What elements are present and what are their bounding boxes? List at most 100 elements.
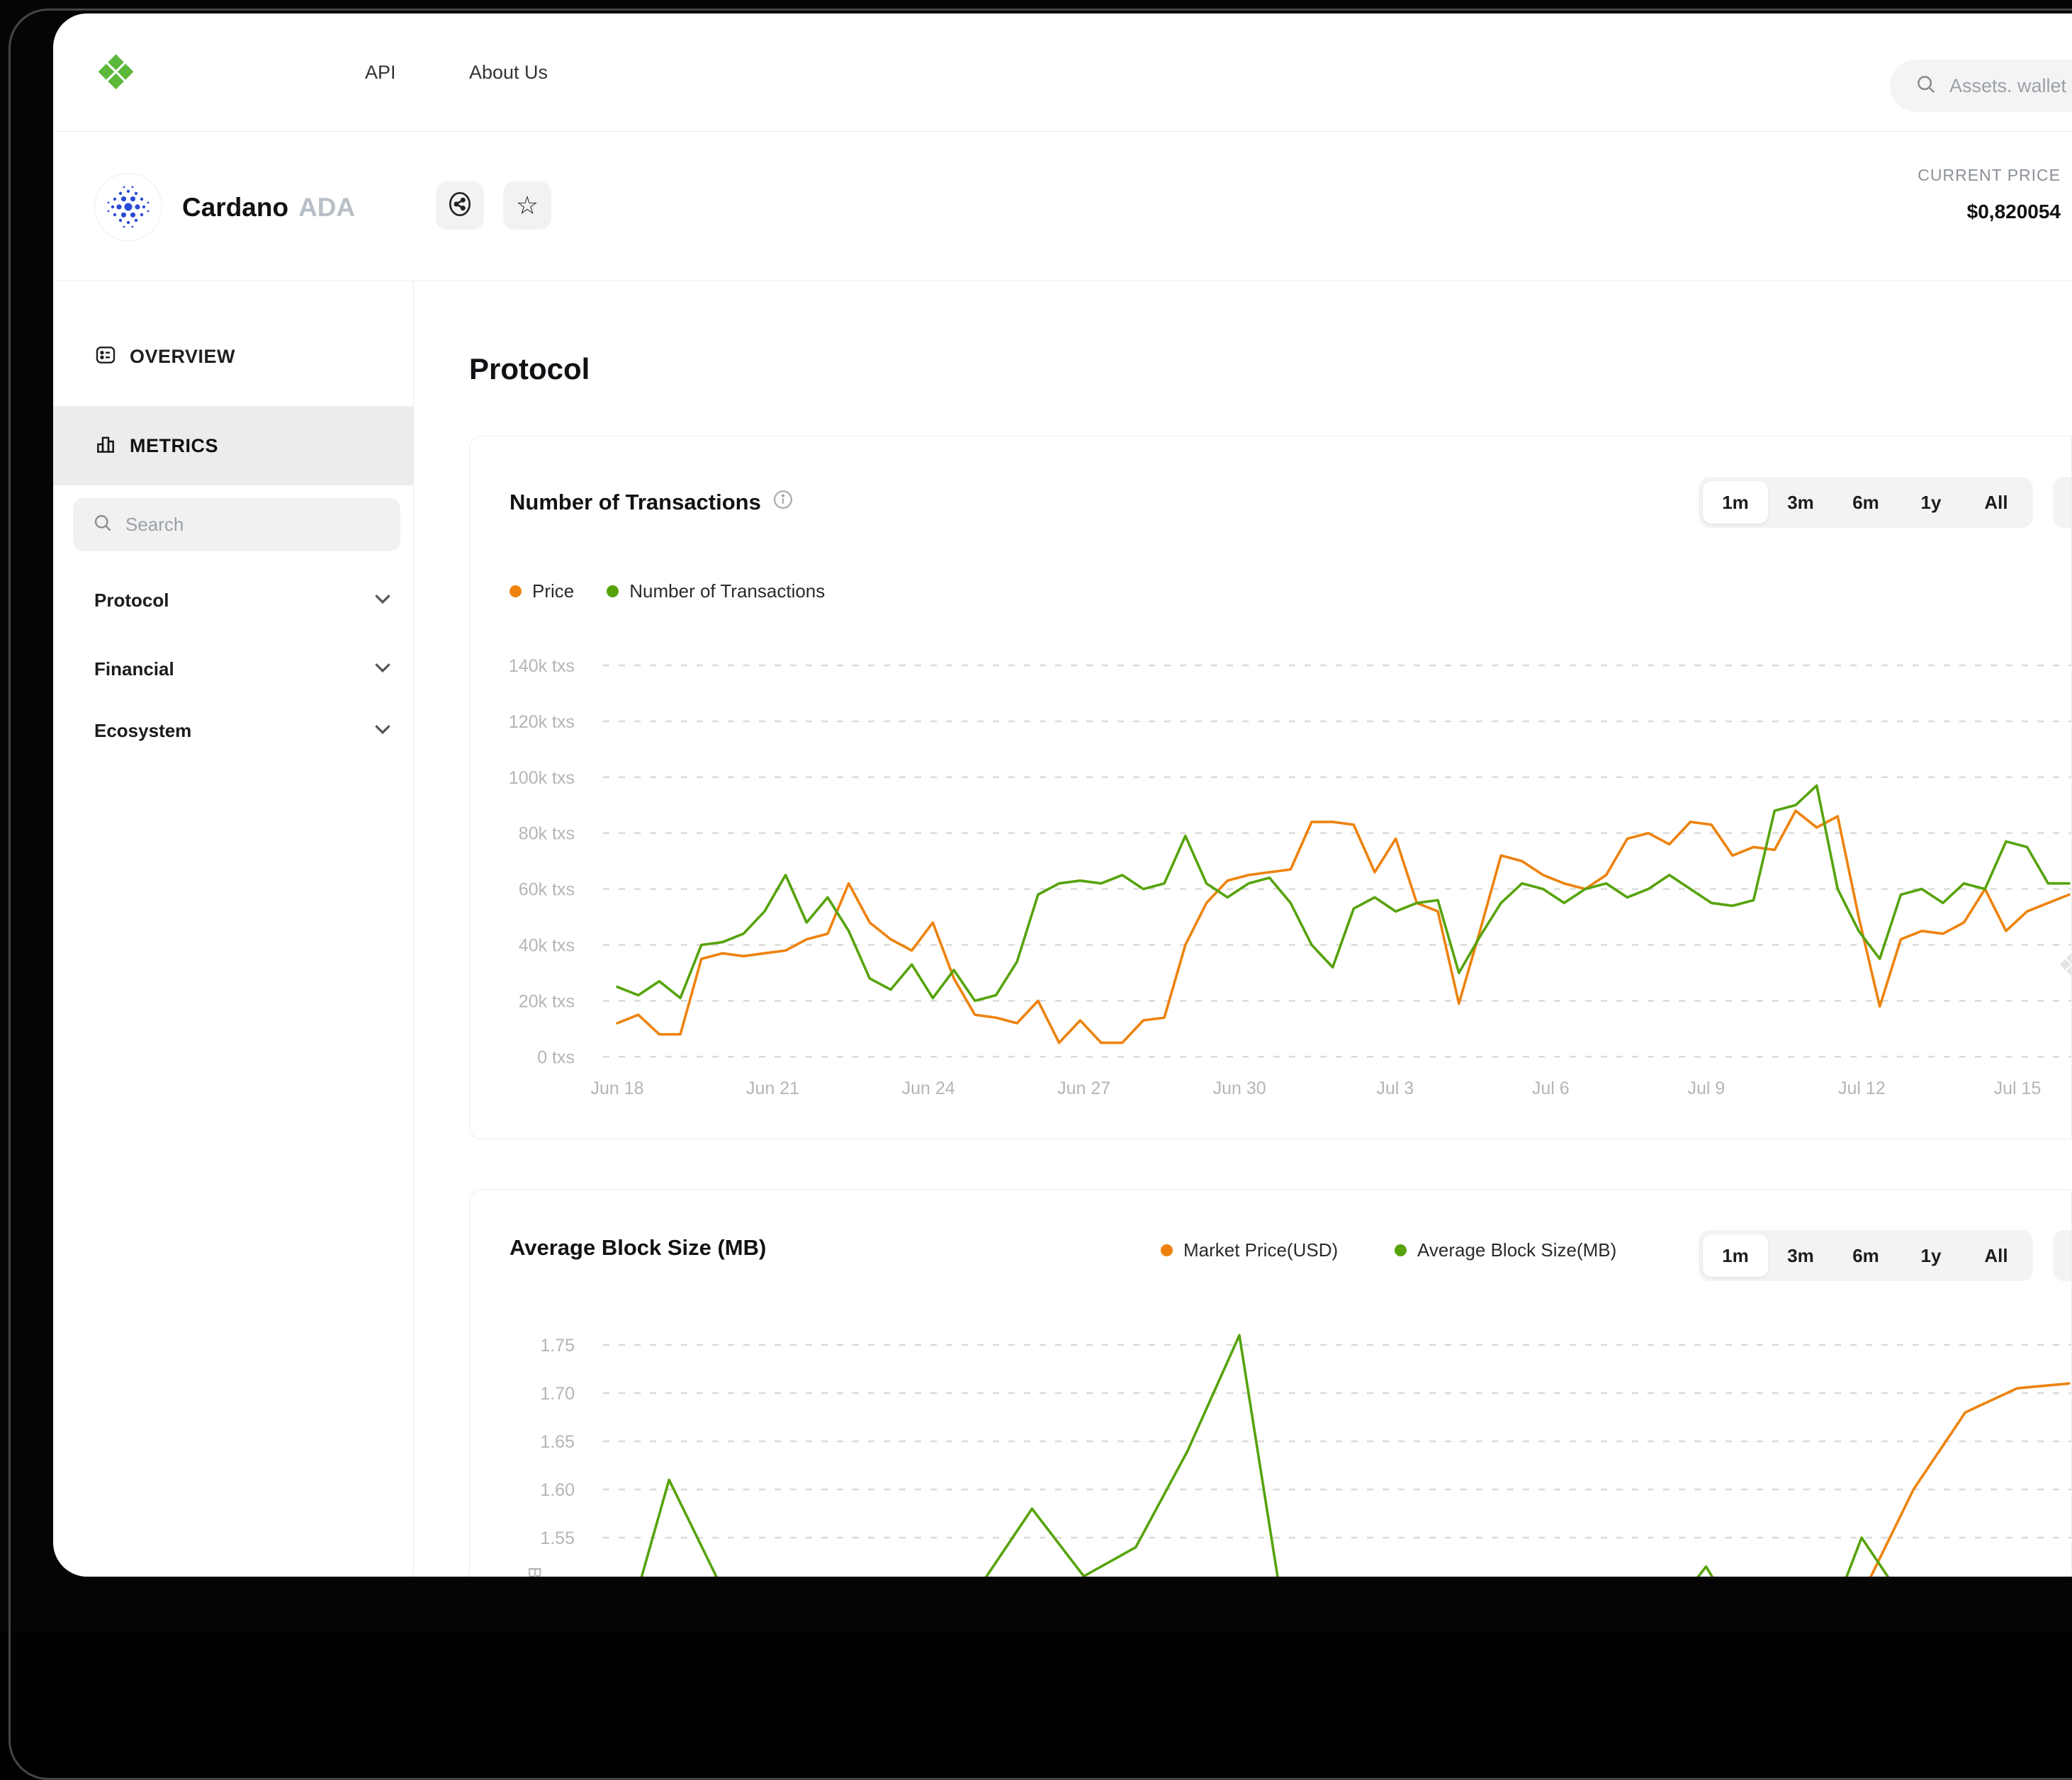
- svg-text:1.55: 1.55: [540, 1528, 575, 1548]
- svg-text:Jul 9: Jul 9: [1687, 1078, 1725, 1098]
- svg-text:Jun 24: Jun 24: [902, 1078, 955, 1098]
- svg-text:Jun 21: Jun 21: [746, 1078, 799, 1098]
- svg-text:140k txs: 140k txs: [509, 656, 575, 676]
- overview-icon: [94, 344, 117, 370]
- current-price-value: $0,820054: [1918, 201, 2061, 223]
- cardano-logo-avatar: [94, 173, 162, 241]
- nav-link-api[interactable]: API: [365, 13, 396, 132]
- svg-text:0 txs: 0 txs: [537, 1047, 575, 1067]
- search-icon: [1915, 74, 1937, 98]
- sidebar-metrics-label: METRICS: [130, 435, 218, 457]
- page-title: Protocol: [469, 352, 590, 386]
- legend-label: Price: [532, 580, 574, 602]
- share-icon: [446, 190, 474, 222]
- legend-item-market-price[interactable]: Market Price(USD): [1161, 1239, 1338, 1261]
- current-price-label: CURRENT PRICE: [1918, 166, 2061, 185]
- sidebar-group-protocol[interactable]: Protocol: [94, 579, 392, 621]
- legend-item-transactions[interactable]: Number of Transactions: [607, 580, 825, 602]
- svg-text:Jul 15: Jul 15: [1994, 1078, 2042, 1098]
- svg-text:120k txs: 120k txs: [509, 712, 575, 732]
- range-3m-button[interactable]: 3m: [1768, 1234, 1833, 1277]
- info-icon[interactable]: [772, 489, 794, 516]
- svg-text:Jun 27: Jun 27: [1057, 1078, 1110, 1098]
- range-3m-button[interactable]: 3m: [1768, 481, 1833, 524]
- block-size-chart-card: Average Block Size (MB) Market Price(USD…: [469, 1189, 2072, 1577]
- sidebar-item-overview[interactable]: OVERVIEW: [94, 335, 235, 378]
- svg-text:100k txs: 100k txs: [509, 768, 575, 788]
- range-extra-button[interactable]: [2053, 477, 2072, 528]
- coin-ticker: ADA: [298, 193, 355, 222]
- current-price-block: CURRENT PRICE $0,820054: [1918, 166, 2061, 223]
- svg-text:Jul 3: Jul 3: [1376, 1078, 1414, 1098]
- time-range-selector: 1m 3m 6m 1y All: [1699, 477, 2033, 528]
- chevron-down-icon: [373, 723, 392, 738]
- legend-item-price[interactable]: Price: [509, 580, 574, 602]
- svg-text:60k txs: 60k txs: [519, 880, 575, 900]
- legend-dot-orange: [1161, 1244, 1173, 1256]
- sidebar: OVERVIEW METRICS: [53, 281, 414, 1577]
- range-6m-button[interactable]: 6m: [1833, 481, 1898, 524]
- legend-label: Number of Transactions: [629, 580, 825, 602]
- share-button[interactable]: [436, 181, 484, 230]
- svg-text:80k txs: 80k txs: [519, 824, 575, 844]
- y-axis-title: Block Size(MB): [524, 1567, 544, 1577]
- sidebar-group-ecosystem[interactable]: Ecosystem: [94, 709, 392, 752]
- sidebar-group-label: Financial: [94, 658, 174, 680]
- range-1y-button[interactable]: 1y: [1898, 1234, 1964, 1277]
- favorite-button[interactable]: ☆: [503, 181, 551, 230]
- site-logo-icon[interactable]: ❖: [94, 49, 137, 97]
- desktop-background: ❖ API About Us Assets. wallet: [0, 0, 2072, 1632]
- sidebar-group-label: Ecosystem: [94, 720, 191, 742]
- range-all-button[interactable]: All: [1964, 481, 2029, 524]
- range-6m-button[interactable]: 6m: [1833, 1234, 1898, 1277]
- nav-link-about-us[interactable]: About Us: [469, 13, 548, 132]
- sidebar-search-placeholder: Search: [125, 514, 184, 536]
- coin-title: Cardano ADA: [182, 193, 355, 222]
- sidebar-group-label: Protocol: [94, 590, 169, 612]
- app-window: ❖ API About Us Assets. wallet: [53, 13, 2072, 1577]
- legend-dot-orange: [509, 585, 522, 597]
- svg-text:Jun 18: Jun 18: [590, 1078, 643, 1098]
- chevron-down-icon: [373, 593, 392, 608]
- chart-legend: Price Number of Transactions: [509, 580, 825, 602]
- svg-text:1.75: 1.75: [540, 1336, 575, 1356]
- star-icon: ☆: [516, 191, 539, 220]
- global-search-input[interactable]: Assets. wallet: [1890, 60, 2072, 112]
- svg-text:1.65: 1.65: [540, 1432, 575, 1452]
- chart-watermark-icon: ❖: [2057, 947, 2072, 984]
- sidebar-group-financial[interactable]: Financial: [94, 648, 392, 690]
- svg-text:1.60: 1.60: [540, 1480, 575, 1500]
- metrics-icon: [94, 433, 117, 459]
- svg-text:1.70: 1.70: [540, 1384, 575, 1404]
- global-search-placeholder: Assets. wallet: [1949, 75, 2066, 97]
- svg-text:Jun 30: Jun 30: [1213, 1078, 1266, 1098]
- legend-dot-green: [607, 585, 619, 597]
- chart-title: Number of Transactions: [509, 490, 761, 515]
- main-content: Protocol Number of Transactions: [414, 281, 2072, 1577]
- range-1m-button[interactable]: 1m: [1703, 481, 1768, 524]
- coin-header: CardanoADA ☆ CURRENT PRI: [53, 132, 2072, 281]
- svg-text:Jul 6: Jul 6: [1532, 1078, 1570, 1098]
- transactions-chart-card: Number of Transactions 1m 3m 6m: [469, 436, 2072, 1139]
- transactions-line-chart[interactable]: 140k txs 120k txs 100k txs 80k txs 60k txs 40…: [470, 635, 2072, 1124]
- sidebar-search-input[interactable]: Search: [73, 498, 400, 551]
- legend-dot-green: [1395, 1244, 1407, 1256]
- sidebar-item-metrics[interactable]: METRICS: [53, 406, 413, 485]
- range-1y-button[interactable]: 1y: [1898, 481, 1964, 524]
- sidebar-overview-label: OVERVIEW: [130, 346, 235, 368]
- range-1m-button[interactable]: 1m: [1703, 1234, 1768, 1277]
- svg-text:Jul 12: Jul 12: [1838, 1078, 1886, 1098]
- search-icon: [93, 513, 113, 536]
- svg-text:40k txs: 40k txs: [519, 936, 575, 956]
- range-extra-button[interactable]: 2: [2053, 1230, 2072, 1281]
- legend-label: Market Price(USD): [1183, 1239, 1338, 1261]
- range-all-button[interactable]: All: [1964, 1234, 2029, 1277]
- chevron-down-icon: [373, 662, 392, 677]
- svg-text:20k txs: 20k txs: [519, 991, 575, 1011]
- block-size-line-chart[interactable]: 1.751.701.651.601.551.50Block Size(MB): [470, 1275, 2072, 1577]
- top-navigation-bar: ❖ API About Us Assets. wallet: [53, 13, 2072, 132]
- time-range-selector: 1m 3m 6m 1y All: [1699, 1230, 2033, 1281]
- legend-item-block-size[interactable]: Average Block Size(MB): [1395, 1239, 1616, 1261]
- legend-label: Average Block Size(MB): [1417, 1239, 1616, 1261]
- coin-name: Cardano: [182, 193, 288, 222]
